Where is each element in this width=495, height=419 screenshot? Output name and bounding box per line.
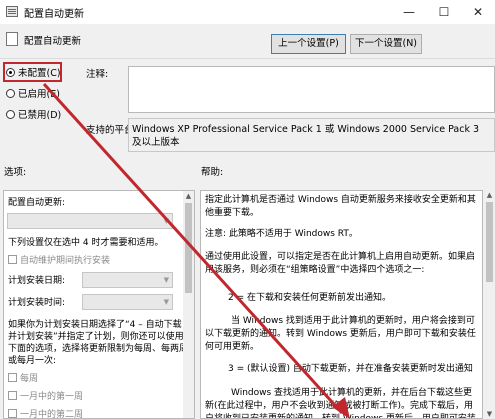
options-note: 下列设置仅在选中 4 时才需要和适用。 xyxy=(8,238,164,248)
options-pane: 配置自动更新: ▼ 下列设置仅在选中 4 时才需要和适用。 自动维护期间执行安装… xyxy=(3,190,195,419)
checkbox-label: 一月中的第一周 xyxy=(20,392,84,402)
radio-label: 已启用(E) xyxy=(18,89,60,100)
platform-value: Windows XP Professional Service Pack 1 或… xyxy=(128,118,495,152)
policy-window-icon xyxy=(6,6,18,17)
policy-title: 配置自动更新 xyxy=(24,36,82,47)
scroll-thumb[interactable] xyxy=(486,202,493,282)
install-time-dropdown[interactable]: ▼ xyxy=(82,294,173,310)
chevron-down-icon: ▼ xyxy=(163,217,169,225)
highlight-box xyxy=(3,62,62,82)
help-label: 帮助: xyxy=(201,167,224,178)
help-paragraph: 3 = (默认设置) 自动下载更新，并在准备安装更新时发出通知 xyxy=(228,364,473,374)
previous-setting-button[interactable]: 上一个设置(P) xyxy=(271,34,346,54)
help-pane: 指定此计算机是否通过 Windows 自动更新服务来接收安全更新和其他重要下载。… xyxy=(200,190,483,419)
scroll-thumb[interactable] xyxy=(185,203,192,293)
help-paragraph: 当 Windows 找到适用于此计算机的更新时，用户将会接到可以下载更新的通知。… xyxy=(205,316,476,352)
radio-label: 已禁用(D) xyxy=(18,110,62,121)
scroll-up-icon[interactable]: ▲ xyxy=(183,191,194,201)
options-description-line: 下面的选项，选择将更新限制为每周、每两周 xyxy=(8,344,189,354)
checkbox-icon xyxy=(8,255,17,264)
options-description-line: 如果你为计划安装日期选择了“4 – 自动下载 xyxy=(8,320,182,330)
install-day-label: 计划安装日期: xyxy=(8,276,66,286)
help-paragraph: 注意: 此策略不适用于 Windows RT。 xyxy=(205,229,358,239)
help-paragraph: 指定此计算机是否通过 Windows 自动更新服务来接收安全更新和其他重要下载。 xyxy=(205,195,476,218)
options-title: 配置自动更新: xyxy=(8,198,66,208)
checkbox-label: 自动维护期间执行安装 xyxy=(20,256,111,266)
scroll-down-icon[interactable]: ▼ xyxy=(484,409,495,419)
second-week-checkbox[interactable]: 一月中的第二周 xyxy=(8,409,84,419)
minimize-button[interactable]: — xyxy=(392,0,426,24)
help-paragraph: 2 = 在下载和安装任何更新前发出通知。 xyxy=(228,293,391,303)
comment-textarea[interactable] xyxy=(128,66,495,113)
options-label: 选项: xyxy=(4,167,27,178)
install-time-label: 计划安装时间: xyxy=(8,298,66,308)
help-scrollbar[interactable]: ▲ ▼ xyxy=(484,190,495,419)
radio-unselected-icon xyxy=(6,109,15,119)
scroll-up-icon[interactable]: ▲ xyxy=(484,190,495,200)
checkbox-icon xyxy=(8,391,17,400)
checkbox-label: 每周 xyxy=(20,374,39,384)
auto-update-dropdown[interactable]: ▼ xyxy=(7,213,173,229)
checkbox-icon xyxy=(8,373,17,382)
divider xyxy=(0,58,495,59)
options-scrollbar[interactable]: ▲ xyxy=(183,191,194,418)
policy-icon xyxy=(6,32,18,46)
chevron-down-icon: ▼ xyxy=(163,276,169,284)
options-description-line: 并计划安装”并指定了计划，则你还可以使用 xyxy=(8,332,184,342)
close-button[interactable]: ✕ xyxy=(461,0,495,24)
checkbox-label: 一月中的第二周 xyxy=(20,410,84,419)
window-title: 配置自动更新 xyxy=(24,9,84,20)
checkbox-icon xyxy=(8,409,17,418)
options-description-line: 或每月一次: xyxy=(8,356,57,366)
radio-enabled[interactable]: 已启用(E) xyxy=(6,86,60,100)
help-paragraph: Windows 查找适用于此计算机的更新，并在后台下载这些更新(在此过程中，用户… xyxy=(205,388,476,419)
comment-label: 注释: xyxy=(86,69,109,80)
weekly-checkbox[interactable]: 每周 xyxy=(8,373,38,385)
next-setting-button[interactable]: 下一个设置(N) xyxy=(350,34,422,54)
install-day-dropdown[interactable]: ▼ xyxy=(82,272,173,288)
radio-unselected-icon xyxy=(6,88,15,98)
chevron-down-icon: ▼ xyxy=(163,298,169,306)
help-paragraph: 通过使用此设置，可以指定是否在此计算机上启用自动更新。如果启用该服务，则必须在“… xyxy=(205,252,476,275)
radio-disabled[interactable]: 已禁用(D) xyxy=(6,107,61,121)
maintenance-install-checkbox[interactable]: 自动维护期间执行安装 xyxy=(8,255,110,267)
maximize-button[interactable]: ☐ xyxy=(427,0,461,24)
first-week-checkbox[interactable]: 一月中的第一周 xyxy=(8,391,83,403)
